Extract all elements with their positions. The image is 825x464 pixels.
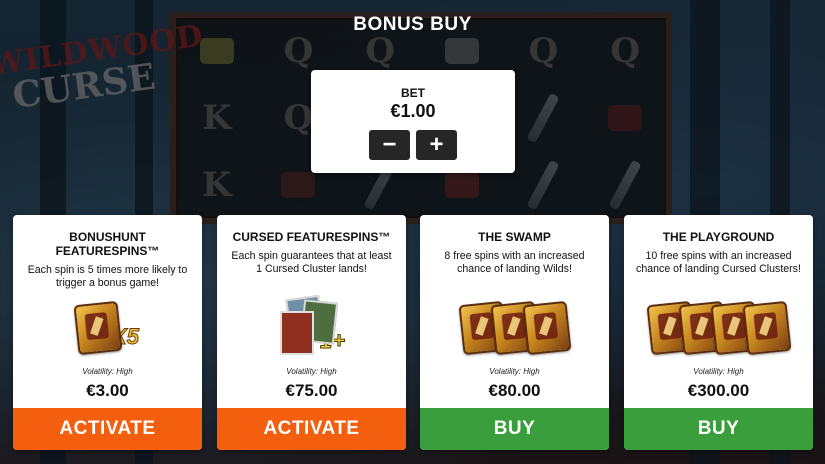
scatter-symbol-icon (522, 300, 571, 356)
activate-button[interactable]: ACTIVATE (217, 408, 406, 450)
bonus-card-bonushunt: BONUSHUNT FEATURESPINS™ Each spin is 5 t… (13, 215, 202, 450)
bet-label: BET (401, 86, 425, 100)
card-price: €3.00 (86, 381, 129, 400)
bonushunt-art: X5 (13, 293, 202, 363)
decrease-bet-button[interactable]: − (369, 130, 410, 160)
card-title: THE SWAMP (478, 230, 551, 244)
increase-bet-button[interactable]: + (416, 130, 457, 160)
card-price: €300.00 (687, 381, 750, 400)
buy-button[interactable]: BUY (420, 408, 609, 450)
activate-button[interactable]: ACTIVATE (13, 408, 202, 450)
card-title: BONUSHUNT FEATURESPINS™ (55, 230, 160, 258)
scatter-symbol-icon (73, 300, 123, 356)
cursed-art: 1+ (217, 293, 406, 363)
card-volatility: Volatility: High (693, 367, 744, 376)
bonus-card-cursed: CURSED FEATURESPINS™ Each spin guarantee… (217, 215, 406, 450)
cursed-cards-icon (278, 294, 339, 359)
card-description: Each spin is 5 times more likely to trig… (27, 264, 188, 289)
bonus-card-swamp: THE SWAMP 8 free spins with an increased… (420, 215, 609, 450)
bet-value: €1.00 (390, 101, 436, 121)
card-title: THE PLAYGROUND (662, 230, 775, 244)
card-price: €80.00 (488, 381, 541, 400)
card-volatility: Volatility: High (286, 367, 337, 376)
swamp-art (420, 293, 609, 363)
card-description: 8 free spins with an increased chance of… (444, 250, 585, 275)
bet-stepper: − + (311, 130, 515, 160)
card-description: Each spin guarantees that at least 1 Cur… (231, 250, 392, 275)
scatter-symbol-icon (742, 300, 791, 356)
card-volatility: Volatility: High (489, 367, 540, 376)
card-description: 10 free spins with an increased chance o… (636, 250, 801, 275)
bet-panel: BET €1.00 − + (311, 70, 515, 173)
page-title: BONUS BUY (353, 14, 472, 35)
bonus-card-playground: THE PLAYGROUND 10 free spins with an inc… (624, 215, 813, 450)
buy-button[interactable]: BUY (624, 408, 813, 450)
card-title: CURSED FEATURESPINS™ (232, 230, 391, 244)
playground-art (624, 293, 813, 363)
card-price: €75.00 (285, 381, 338, 400)
card-volatility: Volatility: High (82, 367, 133, 376)
